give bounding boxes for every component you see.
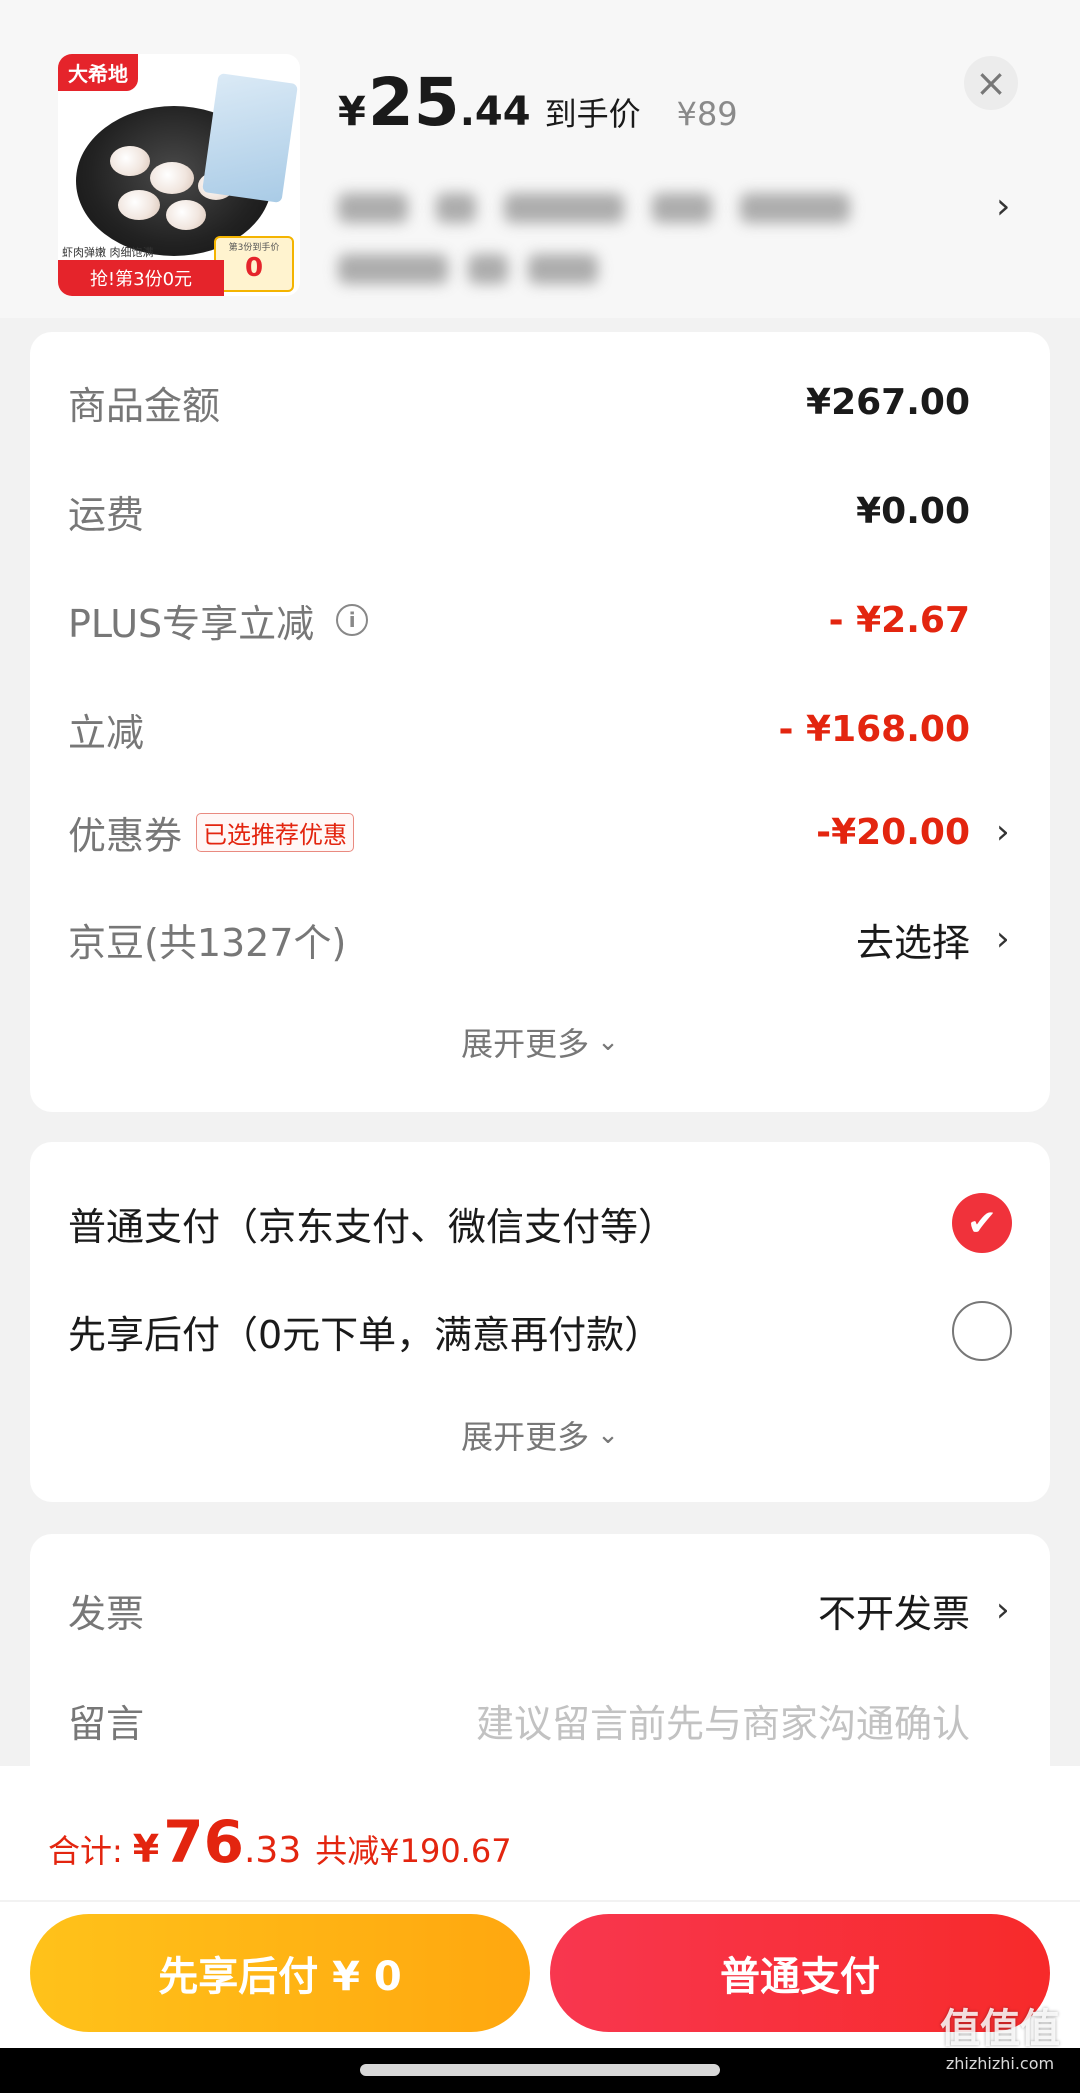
coupon-amount: -¥20.00 xyxy=(816,811,970,853)
price-currency: ¥ xyxy=(338,89,366,135)
checkout-bar: 合计: ¥ 76 .33 共减¥190.67 先享后付 ¥ 0 普通支付 xyxy=(0,1766,1080,2048)
goods-amount-value: ¥267.00 xyxy=(806,382,1012,423)
total-integer: 76 xyxy=(163,1808,244,1876)
goods-amount-text: ¥267.00 xyxy=(806,381,970,423)
price-integer: 25 xyxy=(367,64,460,141)
thumb-tag-caption: 第3份到手价 xyxy=(228,243,280,253)
goods-amount-label: 商品金额 xyxy=(68,383,221,428)
chevron-right-icon: › xyxy=(996,919,1010,959)
redacted-text xyxy=(338,254,448,284)
payment-option-later[interactable]: 先享后付（0元下单，满意再付款） xyxy=(68,1300,1012,1362)
jingdou-row[interactable]: 京豆(共1327个) 去选择 › xyxy=(68,909,1012,969)
radio-checked-icon[interactable]: ✔ xyxy=(952,1193,1012,1253)
payment-method-card: 普通支付（京东支付、微信支付等） ✔ 先享后付（0元下单，满意再付款） 展开更多… xyxy=(30,1142,1050,1502)
chevron-right-icon[interactable]: › xyxy=(996,186,1010,227)
redacted-text xyxy=(468,254,508,284)
total-label: 合计: xyxy=(48,1832,123,1870)
payment-option-later-label: 先享后付（0元下单，满意再付款） xyxy=(68,1312,663,1357)
info-icon[interactable]: i xyxy=(336,604,369,636)
close-button[interactable]: × xyxy=(964,56,1018,110)
coupon-label-text: 优惠券 xyxy=(68,813,183,858)
chevron-right-icon: › xyxy=(996,1590,1010,1630)
brand-badge: 大希地 xyxy=(58,54,138,91)
thumb-caption: 虾肉弹嫩 肉细饱满 xyxy=(62,246,154,259)
shrimp-image xyxy=(110,146,150,176)
product-thumbnail[interactable]: 大希地 虾肉弹嫩 肉细饱满 第3份到手价 0 抢!第3份0元 xyxy=(58,54,300,296)
shrimp-image xyxy=(166,200,206,230)
plus-discount-row: PLUS专享立减 i - ¥2.67 xyxy=(68,590,1012,650)
total-decimal: .33 xyxy=(243,1830,302,1871)
plus-discount-value: - ¥2.67 xyxy=(829,600,1012,641)
note-label: 留言 xyxy=(68,1701,145,1746)
expand-more-summary[interactable]: 展开更多 ⌄ xyxy=(30,1017,1050,1067)
price-label: 到手价 xyxy=(544,95,641,133)
shipping-label: 运费 xyxy=(68,492,145,537)
instant-discount-label: 立减 xyxy=(68,710,145,755)
shipping-value: ¥0.00 xyxy=(856,491,1012,532)
shipping-row: 运费 ¥0.00 xyxy=(68,481,1012,541)
product-spec-secondary xyxy=(338,244,638,294)
chevron-down-icon: ⌄ xyxy=(597,1420,619,1450)
package-image xyxy=(202,73,298,203)
redacted-text xyxy=(338,193,408,223)
redacted-text xyxy=(528,254,598,284)
chevron-right-icon: › xyxy=(996,812,1010,852)
invoice-value-text: 不开发票 xyxy=(817,1591,970,1636)
invoice-row[interactable]: 发票 不开发票 › xyxy=(68,1580,1012,1640)
plus-discount-text: PLUS专享立减 xyxy=(68,601,315,646)
product-spec-selector[interactable] xyxy=(338,182,958,234)
order-total: 合计: ¥ 76 .33 共减¥190.67 xyxy=(48,1808,512,1888)
price-summary-card: 商品金额 ¥267.00 运费 ¥0.00 PLUS专享立减 i - ¥2.67… xyxy=(30,332,1050,1112)
total-saved: 共减¥190.67 xyxy=(315,1832,512,1870)
coupon-row[interactable]: 优惠券 已选推荐优惠 -¥20.00 › xyxy=(68,802,1012,862)
instant-discount-amount: - ¥168.00 xyxy=(778,708,970,750)
site-watermark: 值值值 zhizhizhi.com xyxy=(926,1996,1074,2073)
pay-later-button[interactable]: 先享后付 ¥ 0 xyxy=(30,1914,530,2032)
goods-amount-row: 商品金额 ¥267.00 xyxy=(68,372,1012,432)
invoice-value: 不开发票 › xyxy=(818,1583,1012,1638)
system-nav-bar xyxy=(0,2048,1080,2093)
price-decimal: .44 xyxy=(459,89,531,135)
thumb-promo-banner: 抢!第3份0元 xyxy=(58,260,224,296)
radio-unchecked-icon[interactable] xyxy=(952,1301,1012,1361)
note-input[interactable]: 建议留言前先与商家沟通确认 xyxy=(476,1693,1012,1748)
redacted-text xyxy=(504,193,624,223)
thumb-tag-value: 0 xyxy=(244,253,264,283)
note-placeholder: 建议留言前先与商家沟通确认 xyxy=(475,1701,970,1746)
watermark-url: zhizhizhi.com xyxy=(945,2054,1055,2073)
divider xyxy=(0,1900,1080,1902)
original-price: ¥89 xyxy=(676,95,738,133)
plus-discount-label: PLUS专享立减 i xyxy=(68,593,369,648)
expand-more-label: 展开更多 xyxy=(461,1418,590,1456)
close-icon: × xyxy=(975,61,1007,105)
expand-more-label: 展开更多 xyxy=(461,1025,590,1063)
jingdou-select-text: 去选择 xyxy=(855,920,970,965)
invoice-label: 发票 xyxy=(68,1591,145,1636)
shrimp-image xyxy=(150,162,194,194)
shrimp-image xyxy=(118,190,160,220)
instant-discount-value: - ¥168.00 xyxy=(779,709,1012,750)
product-header: 大希地 虾肉弹嫩 肉细饱满 第3份到手价 0 抢!第3份0元 ¥ 25 .44 … xyxy=(0,0,1080,318)
product-price: ¥ 25 .44 到手价 ¥89 xyxy=(338,64,738,144)
jingdou-label: 京豆(共1327个) xyxy=(68,920,347,965)
total-currency: ¥ xyxy=(132,1827,160,1871)
coupon-label: 优惠券 已选推荐优惠 xyxy=(68,805,355,860)
plus-discount-amount: - ¥2.67 xyxy=(828,599,970,641)
payment-option-normal-label: 普通支付（京东支付、微信支付等） xyxy=(68,1204,677,1249)
chevron-down-icon: ⌄ xyxy=(597,1027,619,1057)
home-gesture-handle[interactable] xyxy=(360,2064,720,2076)
payment-option-normal[interactable]: 普通支付（京东支付、微信支付等） ✔ xyxy=(68,1192,1012,1254)
instant-discount-row: 立减 - ¥168.00 xyxy=(68,699,1012,759)
thumb-price-tag: 第3份到手价 0 xyxy=(214,236,294,292)
redacted-text xyxy=(436,193,476,223)
expand-more-payment[interactable]: 展开更多 ⌄ xyxy=(30,1410,1050,1460)
redacted-text xyxy=(652,193,712,223)
redacted-text xyxy=(740,193,850,223)
watermark-logo: 值值值 xyxy=(940,2006,1060,2052)
coupon-value: -¥20.00 › xyxy=(816,812,1012,853)
jingdou-value: 去选择 › xyxy=(856,912,1012,967)
note-row[interactable]: 留言 建议留言前先与商家沟通确认 xyxy=(68,1690,1012,1750)
shipping-text: ¥0.00 xyxy=(856,490,970,532)
coupon-recommended-tag: 已选推荐优惠 xyxy=(196,812,355,852)
